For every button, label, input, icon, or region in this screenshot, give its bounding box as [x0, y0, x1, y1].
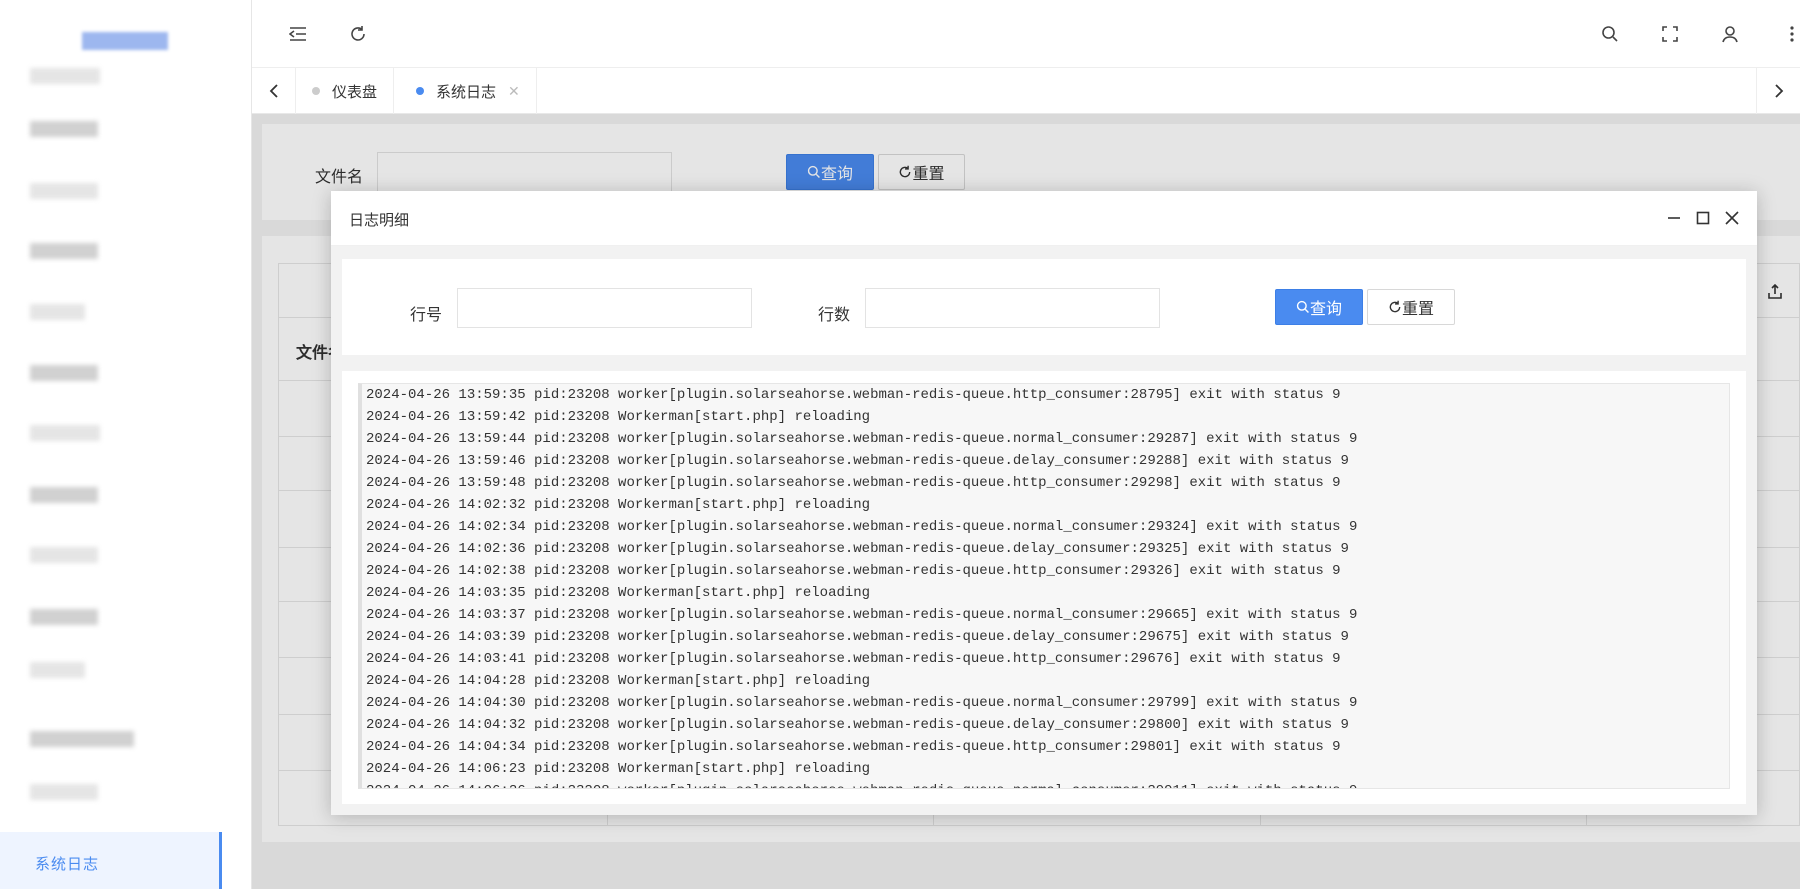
line-no-input[interactable]: [457, 288, 752, 328]
modal-query-button[interactable]: 查询: [1275, 289, 1363, 325]
log-line: 2024-04-26 14:03:41 pid:23208 worker[plu…: [366, 651, 1341, 667]
sidebar-item-blurred[interactable]: [30, 365, 98, 381]
log-line: 2024-04-26 14:03:37 pid:23208 worker[plu…: [366, 607, 1358, 623]
app-logo: [82, 32, 168, 50]
sidebar-item-blurred[interactable]: [30, 68, 100, 84]
log-line: 2024-04-26 13:59:48 pid:23208 worker[plu…: [366, 475, 1341, 491]
sidebar-item-blurred[interactable]: [30, 121, 98, 137]
modal-query-button-label: 查询: [1309, 301, 1342, 318]
tabs-scroll-right-icon[interactable]: [1756, 68, 1800, 114]
tab-label: 系统日志: [436, 83, 497, 101]
line-count-label: 行数: [818, 307, 851, 324]
sidebar-item-blurred[interactable]: [30, 731, 134, 747]
sidebar-item-system-log[interactable]: [0, 832, 222, 889]
modal-reset-button[interactable]: 重置: [1367, 289, 1455, 325]
tab-dot-icon: [416, 87, 424, 95]
tab-system-log[interactable]: 系统日志 ✕: [400, 68, 537, 114]
modal-body: 行号 行数 查询 重置 2024-04-26 13:59:35 pid:2320…: [331, 246, 1757, 815]
log-line: 2024-04-26 14:06:23 pid:23208 Workerman[…: [366, 761, 871, 777]
log-content-card: 2024-04-26 13:59:35 pid:23208 worker[plu…: [342, 371, 1746, 804]
log-line: 2024-04-26 13:59:42 pid:23208 Workerman[…: [366, 409, 871, 425]
refresh-icon: [1389, 300, 1401, 313]
log-line: 2024-04-26 13:59:46 pid:23208 worker[plu…: [366, 453, 1349, 469]
close-icon[interactable]: [1722, 208, 1742, 228]
sidebar-item-blurred[interactable]: [30, 784, 98, 800]
minimize-icon[interactable]: [1664, 208, 1684, 228]
search-icon: [1296, 300, 1309, 313]
top-header: [252, 0, 1800, 68]
sidebar-item-blurred[interactable]: [30, 183, 98, 199]
log-line: 2024-04-26 14:06:26 pid:23208 worker[plu…: [362, 780, 1729, 788]
sidebar-item-blurred[interactable]: [30, 304, 85, 320]
refresh-icon[interactable]: [348, 24, 368, 44]
user-icon[interactable]: [1720, 24, 1740, 44]
tabs-scroll-left-icon[interactable]: [252, 68, 296, 114]
log-line: 2024-04-26 14:03:39 pid:23208 worker[plu…: [366, 629, 1349, 645]
fullscreen-icon[interactable]: [1660, 24, 1680, 44]
log-line: 2024-04-26 14:04:28 pid:23208 Workerman[…: [366, 673, 871, 689]
tab-dot-icon: [312, 87, 320, 95]
more-icon[interactable]: [1782, 24, 1800, 44]
log-line: 2024-04-26 14:02:32 pid:23208 Workerman[…: [366, 497, 871, 513]
log-line: 2024-04-26 14:02:36 pid:23208 worker[plu…: [366, 541, 1349, 557]
maximize-icon[interactable]: [1693, 208, 1713, 228]
sidebar-item-blurred[interactable]: [30, 547, 98, 563]
sidebar-item-blurred[interactable]: [30, 487, 98, 503]
log-line: 2024-04-26 14:02:38 pid:23208 worker[plu…: [366, 563, 1341, 579]
tab-label: 仪表盘: [332, 83, 378, 101]
log-line: 2024-04-26 14:03:35 pid:23208 Workerman[…: [366, 585, 871, 601]
log-line: 2024-04-26 13:59:35 pid:23208 worker[plu…: [366, 387, 1341, 403]
sidebar-item-label: 系统日志: [35, 856, 100, 873]
modal-titlebar: 日志明细: [331, 191, 1757, 246]
sidebar-item-blurred[interactable]: [30, 243, 98, 259]
modal-reset-button-label: 重置: [1401, 301, 1434, 318]
log-content[interactable]: 2024-04-26 13:59:35 pid:23208 worker[plu…: [358, 383, 1730, 789]
log-detail-modal: 日志明细 行号 行数 查询 重置 2024-04-26 13:59:35 pid…: [331, 191, 1757, 815]
menu-fold-icon[interactable]: [288, 24, 308, 44]
log-line: 2024-04-26 13:59:44 pid:23208 worker[plu…: [366, 431, 1358, 447]
close-icon[interactable]: ✕: [508, 83, 520, 100]
sidebar: 系统日志: [0, 0, 252, 889]
line-no-label: 行号: [410, 307, 443, 324]
log-line: 2024-04-26 14:02:34 pid:23208 worker[plu…: [366, 519, 1358, 535]
line-count-input[interactable]: [865, 288, 1160, 328]
modal-title: 日志明细: [349, 212, 410, 229]
modal-search-card: 行号 行数 查询 重置: [342, 259, 1746, 355]
log-line: 2024-04-26 14:04:34 pid:23208 worker[plu…: [366, 739, 1341, 755]
sidebar-item-blurred[interactable]: [30, 609, 98, 625]
sidebar-item-blurred[interactable]: [30, 662, 85, 678]
log-line: 2024-04-26 14:04:32 pid:23208 worker[plu…: [366, 717, 1349, 733]
search-icon[interactable]: [1600, 24, 1620, 44]
tabs-bar: 仪表盘 系统日志 ✕: [252, 68, 1800, 114]
log-line: 2024-04-26 14:04:30 pid:23208 worker[plu…: [366, 695, 1358, 711]
sidebar-item-blurred[interactable]: [30, 425, 100, 441]
tab-dashboard[interactable]: 仪表盘: [296, 68, 395, 114]
